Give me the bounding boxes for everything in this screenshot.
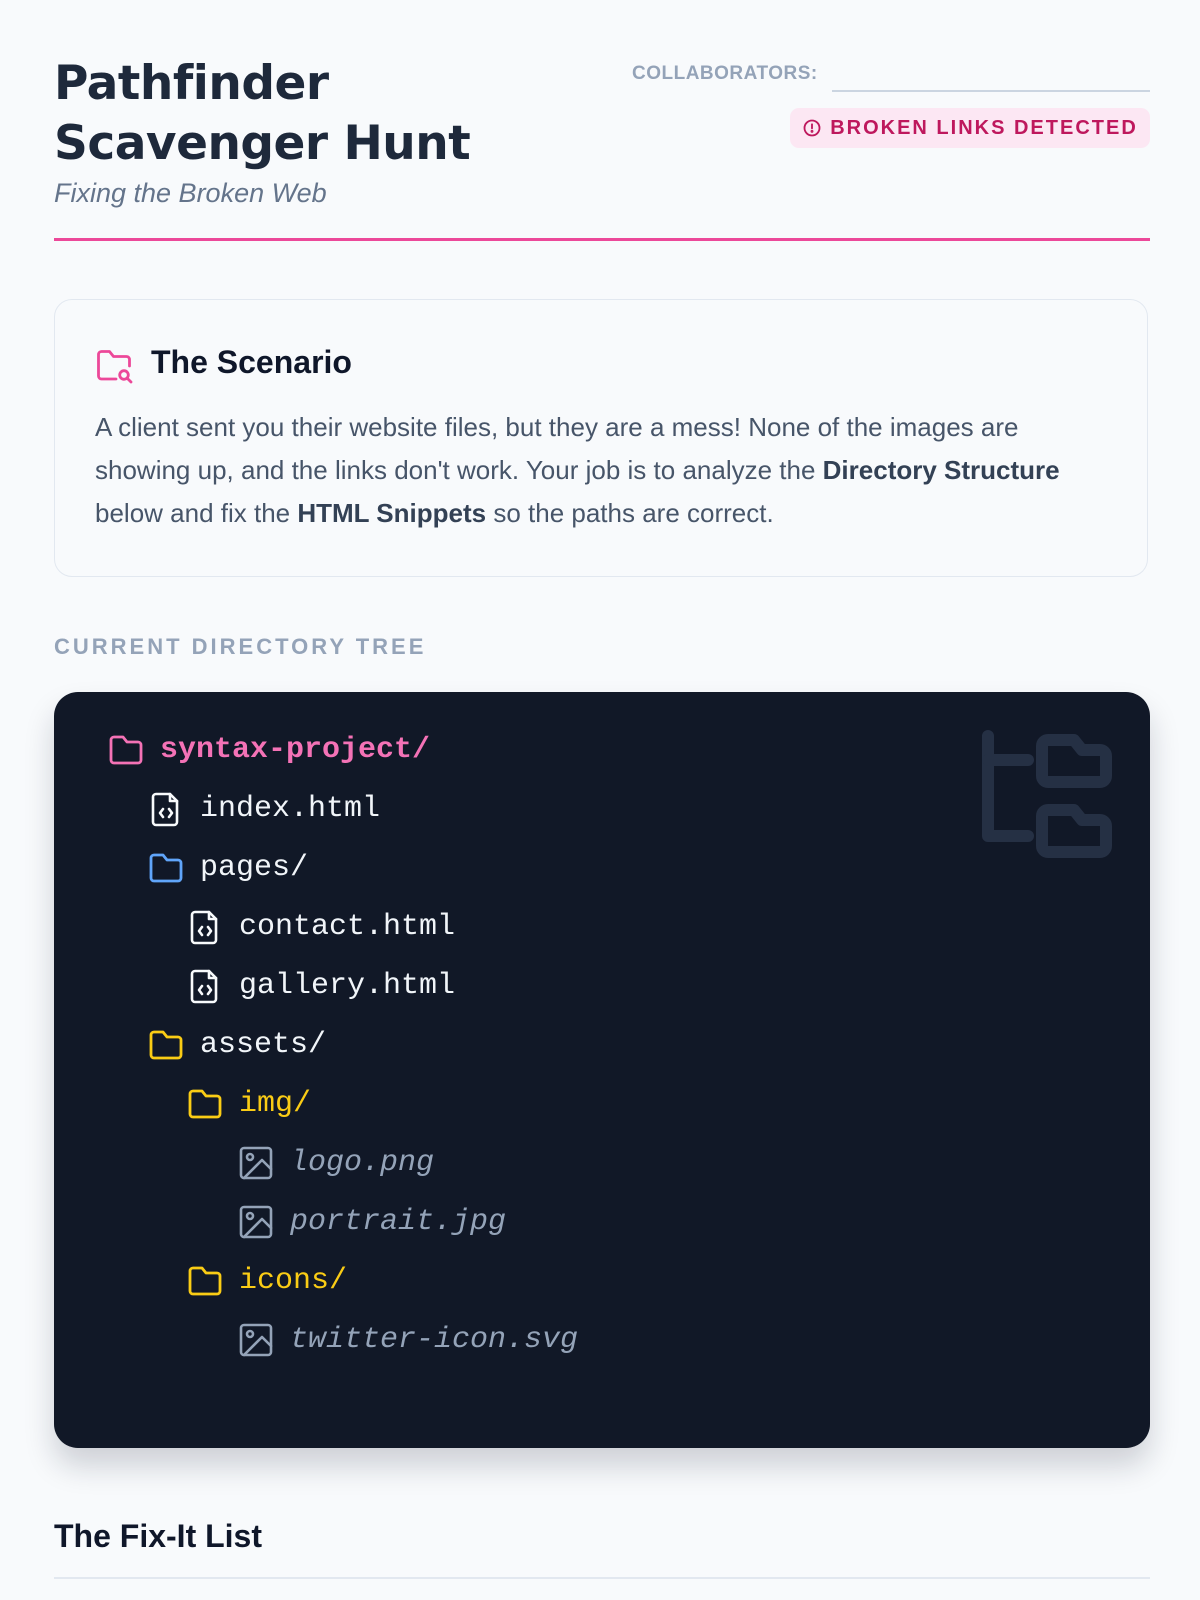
html-file-icon: [190, 969, 218, 1004]
page-header: Pathfinder Scavenger Hunt Fixing the Bro…: [54, 54, 1150, 244]
scenario-card: The Scenario A client sent you their web…: [54, 299, 1148, 577]
tree-item-index-html[interactable]: index.html: [146, 787, 380, 831]
tree-item-syntax-project[interactable]: syntax-project/: [106, 728, 430, 772]
tree-item-logo-png[interactable]: logo.png: [236, 1141, 434, 1185]
image-file-icon: [239, 1146, 273, 1180]
tree-item-contact-html[interactable]: contact.html: [185, 905, 455, 949]
scenario-bold-snippets: HTML Snippets: [297, 498, 487, 528]
tree-item-gallery-html[interactable]: gallery.html: [185, 964, 455, 1008]
tree-item-icons[interactable]: icons/: [185, 1259, 347, 1303]
scenario-text: A client sent you their website files, b…: [95, 412, 1060, 528]
scenario-bold-directory: Directory Structure: [822, 455, 1060, 485]
fix-list-divider: [54, 1577, 1150, 1579]
image-file-icon: [239, 1205, 273, 1239]
alert-circle-icon: [803, 119, 821, 137]
folder-icon: [149, 1030, 183, 1060]
status-badge-label: BROKEN LINKS DETECTED: [830, 116, 1138, 139]
tree-item-pages[interactable]: pages/: [146, 846, 308, 890]
fix-list-title: The Fix-It List: [54, 1518, 262, 1554]
tree-item-twitter-icon-svg[interactable]: twitter-icon.svg: [236, 1318, 578, 1362]
header-divider: [54, 238, 1150, 241]
folder-icon: [149, 853, 183, 883]
tree-item-portrait-jpg[interactable]: portrait.jpg: [236, 1200, 506, 1244]
page: Pathfinder Scavenger Hunt Fixing the Bro…: [54, 0, 1150, 1600]
folder-icon: [188, 1266, 222, 1296]
directory-tree: syntax-project/ index.html pages/ contac…: [54, 692, 1150, 1448]
page-title: Pathfinder Scavenger Hunt: [54, 56, 471, 171]
collaborators-field[interactable]: [832, 90, 1150, 92]
tree-section-label: CURRENT DIRECTORY TREE: [54, 634, 427, 659]
tree-item-assets[interactable]: assets/: [146, 1023, 326, 1067]
tree-item-img[interactable]: img/: [185, 1082, 311, 1126]
image-file-icon: [239, 1323, 273, 1357]
collaborators-label: COLLABORATORS:: [632, 63, 818, 84]
scenario-title: The Scenario: [151, 344, 352, 380]
status-badge: BROKEN LINKS DETECTED: [790, 108, 1150, 148]
folder-search-icon: [97, 350, 133, 384]
folder-tree-icon: [982, 730, 1112, 858]
html-file-icon: [151, 792, 179, 827]
folder-icon: [188, 1089, 222, 1119]
html-file-icon: [190, 910, 218, 945]
folder-icon: [109, 735, 143, 765]
page-subtitle: Fixing the Broken Web: [54, 178, 327, 208]
